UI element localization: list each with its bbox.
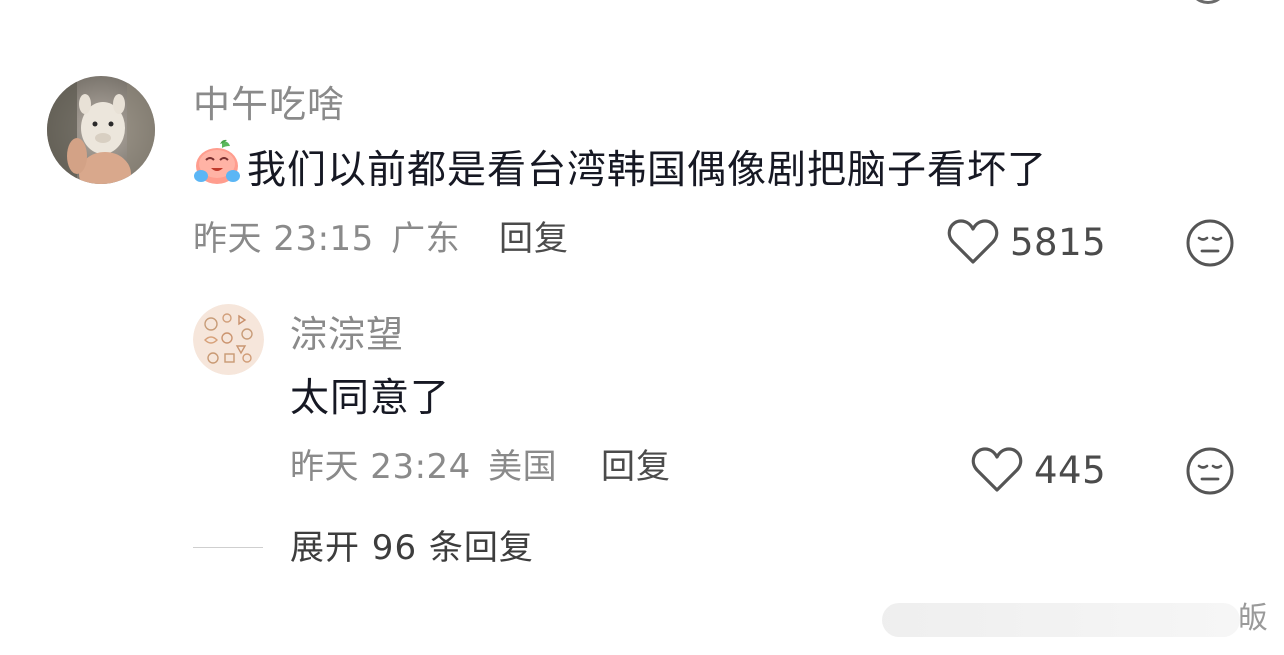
expand-replies-button[interactable]: 展开 96 条回复 bbox=[290, 531, 534, 565]
reply-to-reply-button[interactable]: 回复 bbox=[601, 450, 671, 484]
heart-outline-icon bbox=[947, 219, 999, 264]
comment-location: 广东 bbox=[391, 219, 461, 259]
expand-divider bbox=[193, 547, 263, 548]
reply-button[interactable]: 回复 bbox=[499, 222, 569, 256]
comment-meta: 昨天 23:15 广东 bbox=[193, 222, 460, 256]
comment-text: 我们以前都是看台湾韩国偶像剧把脑子看坏了 bbox=[247, 148, 1048, 193]
comment-time: 昨天 23:15 bbox=[193, 219, 374, 259]
partial-icon-top bbox=[1188, 0, 1228, 4]
like-count: 5815 bbox=[1010, 221, 1107, 264]
watermark-text: 皈 bbox=[1238, 601, 1268, 636]
like-button[interactable] bbox=[947, 218, 999, 266]
commenter-username[interactable]: 中午吃啥 bbox=[193, 86, 345, 123]
avatar-llama-image bbox=[47, 76, 155, 184]
dislike-button[interactable] bbox=[1185, 218, 1235, 268]
reply-time: 昨天 23:24 bbox=[290, 447, 471, 487]
reply-like-count: 445 bbox=[1034, 449, 1107, 492]
crying-laughing-emoji bbox=[192, 138, 242, 188]
avatar-doodle-image bbox=[193, 304, 264, 375]
reply-text: 太同意了 bbox=[290, 376, 451, 421]
neutral-face-icon bbox=[1186, 219, 1234, 267]
watermark-bar bbox=[882, 603, 1240, 637]
neutral-face-icon bbox=[1186, 447, 1234, 495]
reply-username[interactable]: 淙淙望 bbox=[290, 316, 404, 353]
reply-dislike-button[interactable] bbox=[1185, 446, 1235, 496]
reply-like-button[interactable] bbox=[971, 446, 1023, 494]
reply-avatar[interactable] bbox=[193, 304, 264, 375]
reply-meta: 昨天 23:24 美国 bbox=[290, 450, 557, 484]
commenter-avatar[interactable] bbox=[47, 76, 155, 184]
heart-outline-icon bbox=[971, 447, 1023, 492]
reply-location: 美国 bbox=[488, 447, 558, 487]
